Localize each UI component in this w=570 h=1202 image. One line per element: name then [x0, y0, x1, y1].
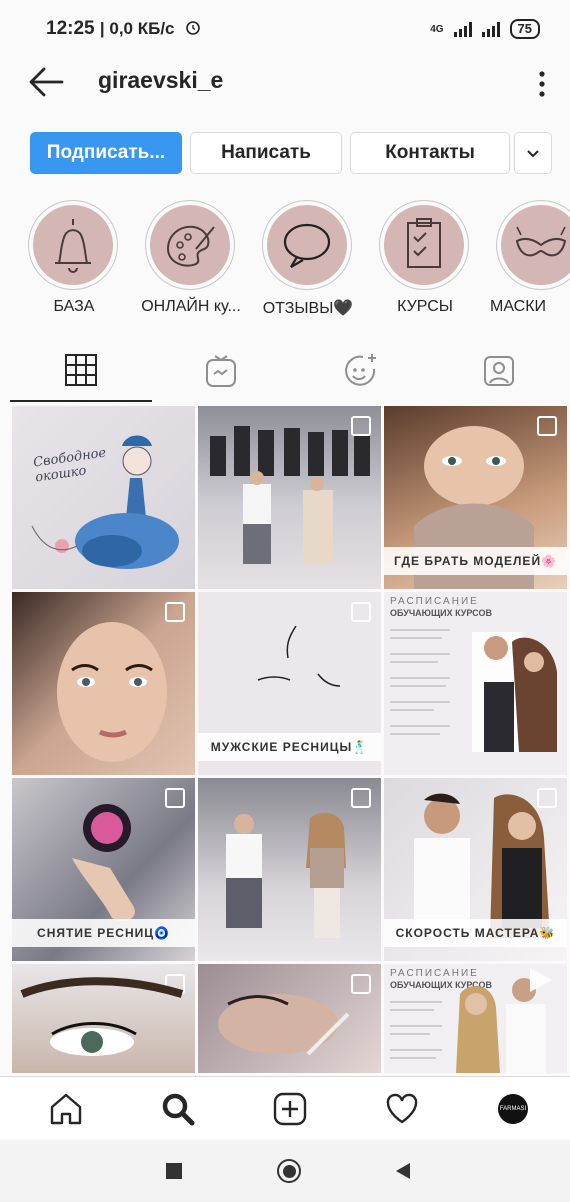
status-time: 12:25	[46, 18, 95, 39]
post-illustration	[226, 812, 346, 938]
highlight-baza[interactable]: БАЗА	[28, 200, 120, 320]
tab-igtv[interactable]	[150, 340, 292, 402]
suggested-dropdown-button[interactable]	[514, 132, 552, 174]
palette-icon	[150, 205, 230, 285]
recents-button[interactable]	[166, 1163, 182, 1179]
tagged-icon	[484, 356, 514, 386]
effects-icon	[345, 354, 376, 386]
post-tile[interactable]: РАСПИСАНИЕ ОБУЧАЮЩИХ КУРСОВ	[384, 964, 567, 1073]
home-button-dot	[282, 1164, 296, 1178]
profile-tabs	[0, 340, 570, 402]
post-tile[interactable]: РАСПИСАНИЕ ОБУЧАЮЩИХ КУРСОВ	[384, 592, 567, 775]
highlight-label: ОТЗЫВЫ🖤	[262, 300, 354, 317]
tab-tagged[interactable]	[428, 340, 570, 402]
post-illustration	[390, 968, 552, 1073]
highlight-online-courses[interactable]: ОНЛАЙН ку...	[141, 200, 241, 320]
network-type: 4G	[430, 23, 444, 35]
highlight-reviews[interactable]: ОТЗЫВЫ🖤	[262, 200, 354, 320]
battery-level: 75	[517, 21, 532, 36]
profile-header: giraevski_e	[0, 58, 570, 108]
post-tile[interactable]: ГДЕ БРАТЬ МОДЕЛЕЙ🌸	[384, 406, 567, 589]
chevron-down-icon	[527, 150, 539, 158]
profile-avatar[interactable]: FARMASI	[498, 1094, 528, 1124]
post-illustration	[20, 977, 184, 1056]
post-illustration	[218, 994, 350, 1056]
highlight-label: ОНЛАЙН ку...	[141, 298, 241, 315]
contacts-button[interactable]: Контакты	[350, 132, 510, 174]
post-tile[interactable]	[12, 592, 195, 775]
back-arrow-icon[interactable]	[26, 62, 66, 102]
post-tile[interactable]: СКОРОСТЬ МАСТЕРА🐝	[384, 778, 567, 961]
post-tile[interactable]	[198, 406, 381, 589]
clipboard-icon	[384, 205, 464, 285]
more-options-icon[interactable]	[532, 64, 552, 104]
post-caption: ГДЕ БРАТЬ МОДЕЛЕЙ🌸	[384, 547, 567, 575]
status-bar: 12:25 | 0,0 КБ/с 4G 75	[0, 0, 570, 58]
avatar-text: FARMASI	[499, 1106, 527, 1112]
highlight-label: БАЗА	[53, 298, 95, 315]
system-navigation	[0, 1140, 570, 1202]
status-left: 12:25 | 0,0 КБ/с	[46, 18, 202, 40]
back-triangle-icon[interactable]	[394, 1161, 412, 1181]
highlight-label: МАСКИ	[490, 298, 547, 315]
post-illustration	[57, 622, 167, 762]
tab-grid[interactable]	[10, 340, 152, 402]
highlight-masks[interactable]: МАСКИ	[490, 200, 570, 320]
post-illustration	[31, 435, 179, 569]
post-illustration	[210, 426, 370, 564]
post-illustration	[390, 629, 557, 752]
post-caption: СКОРОСТЬ МАСТЕРА🐝	[384, 919, 567, 947]
post-tile[interactable]: СНЯТИЕ РЕСНИЦ🧿	[12, 778, 195, 961]
follow-button[interactable]: Подписать...	[30, 132, 182, 174]
highlight-label: КУРСЫ	[397, 298, 453, 315]
igtv-icon	[206, 355, 236, 387]
alarm-icon	[185, 21, 200, 35]
search-icon[interactable]	[160, 1091, 196, 1127]
battery-icon: 75	[509, 19, 540, 39]
speech-bubble-icon	[267, 205, 347, 285]
posts-grid: Свободное окошко ГДЕ БРАТЬ МОДЕЛЕЙ🌸 МУЖС…	[12, 406, 568, 1073]
post-caption: МУЖСКИЕ РЕСНИЦЫ🕺	[198, 733, 381, 761]
post-tile[interactable]	[198, 778, 381, 961]
bottom-navigation: FARMASI	[0, 1076, 570, 1139]
message-button[interactable]: Написать	[190, 132, 342, 174]
profile-actions: Подписать... Написать Контакты	[0, 132, 570, 176]
post-tile[interactable]	[12, 964, 195, 1073]
post-tile[interactable]: Свободное окошко	[12, 406, 195, 589]
profile-username: giraevski_e	[98, 67, 224, 93]
new-post-icon[interactable]	[272, 1091, 308, 1127]
tab-effects[interactable]	[290, 340, 432, 402]
activity-heart-icon[interactable]	[384, 1091, 420, 1127]
bell-icon	[33, 205, 113, 285]
signal-icon-2	[481, 21, 500, 37]
status-speed: | 0,0 КБ/с	[99, 19, 175, 38]
highlight-courses[interactable]: КУРСЫ	[379, 200, 471, 320]
post-tile[interactable]	[198, 964, 381, 1073]
grid-icon	[65, 354, 97, 386]
home-button[interactable]	[277, 1159, 301, 1183]
signal-icon	[453, 21, 472, 37]
home-icon[interactable]	[48, 1091, 84, 1127]
post-caption: СНЯТИЕ РЕСНИЦ🧿	[12, 919, 195, 947]
status-right: 4G 75	[430, 19, 540, 39]
post-tile[interactable]: МУЖСКИЕ РЕСНИЦЫ🕺	[198, 592, 381, 775]
